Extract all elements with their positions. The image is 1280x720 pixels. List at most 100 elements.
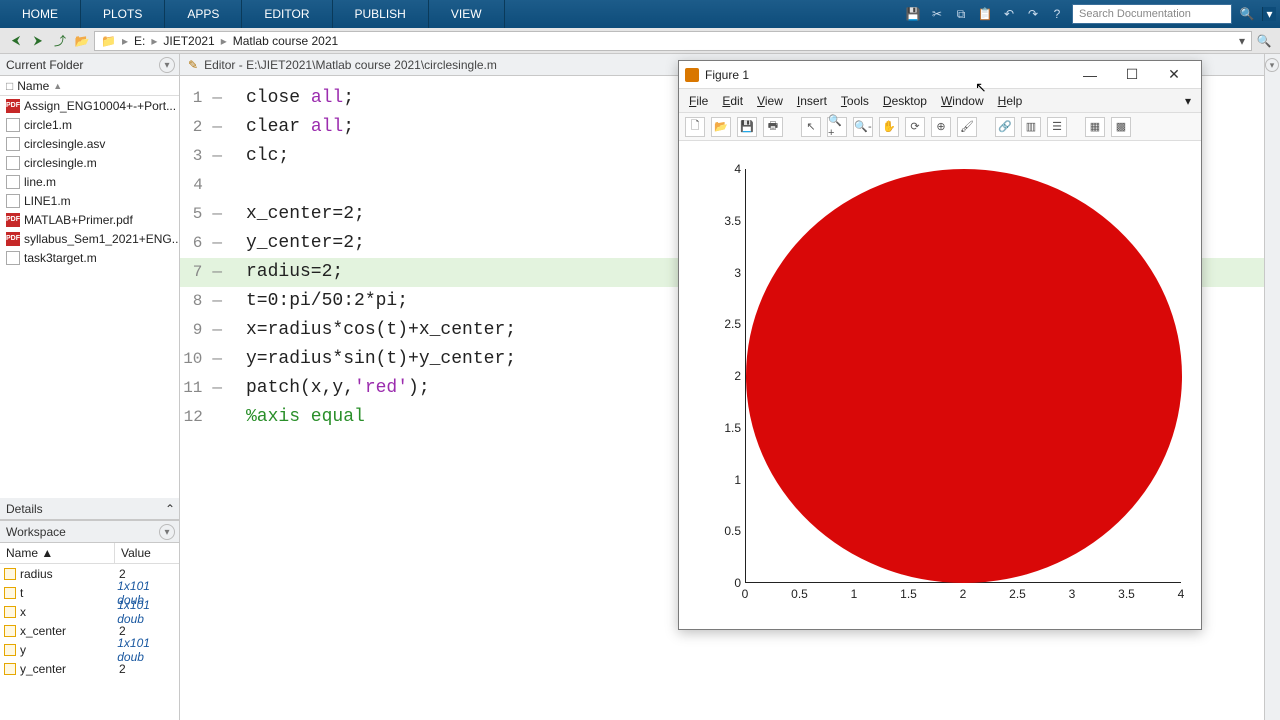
rotate-icon[interactable]: ⟳: [905, 117, 925, 137]
path-segment[interactable]: JIET2021: [163, 34, 214, 48]
file-row[interactable]: circlesingle.m: [0, 153, 179, 172]
var-name: t: [20, 586, 23, 600]
workspace-name-header[interactable]: Name ▲: [0, 543, 115, 563]
file-row[interactable]: LINE1.m: [0, 191, 179, 210]
menu-chevron-icon[interactable]: ▾: [1185, 94, 1191, 108]
variable-icon: [4, 587, 16, 599]
line-number: 4: [180, 171, 228, 200]
figure-menu-help[interactable]: Help: [998, 94, 1023, 108]
maximize-button[interactable]: ☐: [1111, 62, 1153, 88]
data-cursor-icon[interactable]: ⊕: [931, 117, 951, 137]
var-value: 1x101 doub: [113, 636, 179, 664]
file-row[interactable]: PDF syllabus_Sem1_2021+ENG...: [0, 229, 179, 248]
file-row[interactable]: PDFMATLAB+Primer.pdf: [0, 210, 179, 229]
new-figure-icon[interactable]: 🗋: [685, 117, 705, 137]
figure-axes[interactable]: 00.511.522.533.54 00.511.522.533.54: [679, 141, 1201, 629]
toolstrip-tab-home[interactable]: HOME: [0, 0, 81, 28]
figure-menu-desktop[interactable]: Desktop: [883, 94, 927, 108]
file-row[interactable]: circle1.m: [0, 115, 179, 134]
figure-menu-view[interactable]: View: [757, 94, 783, 108]
panel-actions-icon[interactable]: ▾: [159, 57, 175, 73]
variable-icon: [4, 625, 16, 637]
hide-tools-icon[interactable]: ▦: [1085, 117, 1105, 137]
line-number: 1 —: [180, 84, 228, 113]
x-tick: 0.5: [791, 587, 808, 601]
figure-menu-window[interactable]: Window: [941, 94, 984, 108]
figure-menu-edit[interactable]: Edit: [722, 94, 743, 108]
layout-dropdown-icon[interactable]: ▾: [1262, 7, 1276, 21]
browse-icon[interactable]: 📂: [72, 31, 92, 51]
pointer-icon[interactable]: ↖: [801, 117, 821, 137]
minimize-button[interactable]: —: [1069, 62, 1111, 88]
figure-menu-file[interactable]: File: [689, 94, 708, 108]
drive-segment[interactable]: E:: [134, 34, 145, 48]
file-row[interactable]: task3target.m: [0, 248, 179, 267]
copy-icon[interactable]: ⧉: [952, 5, 970, 23]
line-number: 8 —: [180, 287, 228, 316]
search-icon[interactable]: 🔍: [1238, 5, 1256, 23]
toolstrip-tab-apps[interactable]: APPS: [165, 0, 242, 28]
forward-icon[interactable]: ⮞: [28, 31, 48, 51]
show-tools-icon[interactable]: ▩: [1111, 117, 1131, 137]
y-tick: 0.5: [723, 524, 741, 538]
save-icon[interactable]: 💾: [904, 5, 922, 23]
panel-actions-icon[interactable]: ▾: [159, 524, 175, 540]
cut-icon[interactable]: ✂: [928, 5, 946, 23]
search-documentation-input[interactable]: Search Documentation: [1072, 4, 1232, 24]
x-tick: 3: [1069, 587, 1076, 601]
workspace-row[interactable]: x1x101 doub: [0, 602, 179, 621]
var-name: x: [20, 605, 26, 619]
toolstrip-tab-editor[interactable]: EDITOR: [242, 0, 332, 28]
figure-menu-insert[interactable]: Insert: [797, 94, 827, 108]
line-number: 5 —: [180, 200, 228, 229]
redo-icon[interactable]: ↷: [1024, 5, 1042, 23]
legend-icon[interactable]: ☰: [1047, 117, 1067, 137]
variable-icon: [4, 568, 16, 580]
save-icon[interactable]: 💾: [737, 117, 757, 137]
path-segment[interactable]: Matlab course 2021: [233, 34, 338, 48]
line-number: 7 —: [180, 258, 228, 287]
colorbar-icon[interactable]: ▥: [1021, 117, 1041, 137]
open-icon[interactable]: 📂: [711, 117, 731, 137]
pan-icon[interactable]: ✋: [879, 117, 899, 137]
chevron-up-icon[interactable]: ⌃: [165, 502, 175, 516]
print-icon[interactable]: 🖶: [763, 117, 783, 137]
panel-actions-icon[interactable]: ▾: [1265, 58, 1279, 72]
toolstrip-tab-publish[interactable]: PUBLISH: [333, 0, 429, 28]
workspace-title: Workspace ▾: [0, 521, 179, 543]
path-dropdown-icon[interactable]: ▾: [1239, 34, 1245, 48]
zoom-in-icon[interactable]: 🔍+: [827, 117, 847, 137]
x-tick: 2: [960, 587, 967, 601]
workspace-row[interactable]: y1x101 doub: [0, 640, 179, 659]
help-icon[interactable]: ?: [1048, 5, 1066, 23]
undo-icon[interactable]: ↶: [1000, 5, 1018, 23]
pdf-file-icon: PDF: [6, 99, 20, 113]
pdf-file-icon: PDF: [6, 213, 20, 227]
brush-icon[interactable]: 🖌: [957, 117, 977, 137]
file-name: syllabus_Sem1_2021+ENG...: [24, 232, 179, 246]
m-file-icon: [6, 156, 20, 170]
zoom-out-icon[interactable]: 🔍-: [853, 117, 873, 137]
pencil-icon: ✎: [188, 58, 198, 72]
up-folder-icon[interactable]: ⤴: [50, 31, 70, 51]
toolstrip-tab-view[interactable]: VIEW: [429, 0, 505, 28]
file-row[interactable]: line.m: [0, 172, 179, 191]
search-folder-icon[interactable]: 🔍: [1254, 31, 1274, 51]
line-number: 12: [180, 403, 228, 432]
file-row[interactable]: circlesingle.asv: [0, 134, 179, 153]
toolstrip-tab-plots[interactable]: PLOTS: [81, 0, 165, 28]
figure-titlebar[interactable]: Figure 1 — ☐ ✕: [679, 61, 1201, 89]
file-name-header[interactable]: □ Name ▲: [0, 76, 179, 96]
pdf-file-icon: PDF: [6, 232, 20, 246]
back-icon[interactable]: ⮜: [6, 31, 26, 51]
toolstrip: HOMEPLOTSAPPSEDITORPUBLISHVIEW 💾 ✂ ⧉ 📋 ↶…: [0, 0, 1280, 28]
figure-menu-tools[interactable]: Tools: [841, 94, 869, 108]
link-icon[interactable]: 🔗: [995, 117, 1015, 137]
address-path[interactable]: 📁 ▸ E: ▸ JIET2021 ▸ Matlab course 2021 ▾: [94, 31, 1252, 51]
workspace-value-header[interactable]: Value: [115, 543, 157, 563]
paste-icon[interactable]: 📋: [976, 5, 994, 23]
file-name: task3target.m: [24, 251, 97, 265]
close-button[interactable]: ✕: [1153, 62, 1195, 88]
figure-window[interactable]: Figure 1 — ☐ ✕ ↖ File Edit View Insert Tools…: [678, 60, 1202, 630]
file-row[interactable]: PDFAssign_ENG10004+-+Port...: [0, 96, 179, 115]
